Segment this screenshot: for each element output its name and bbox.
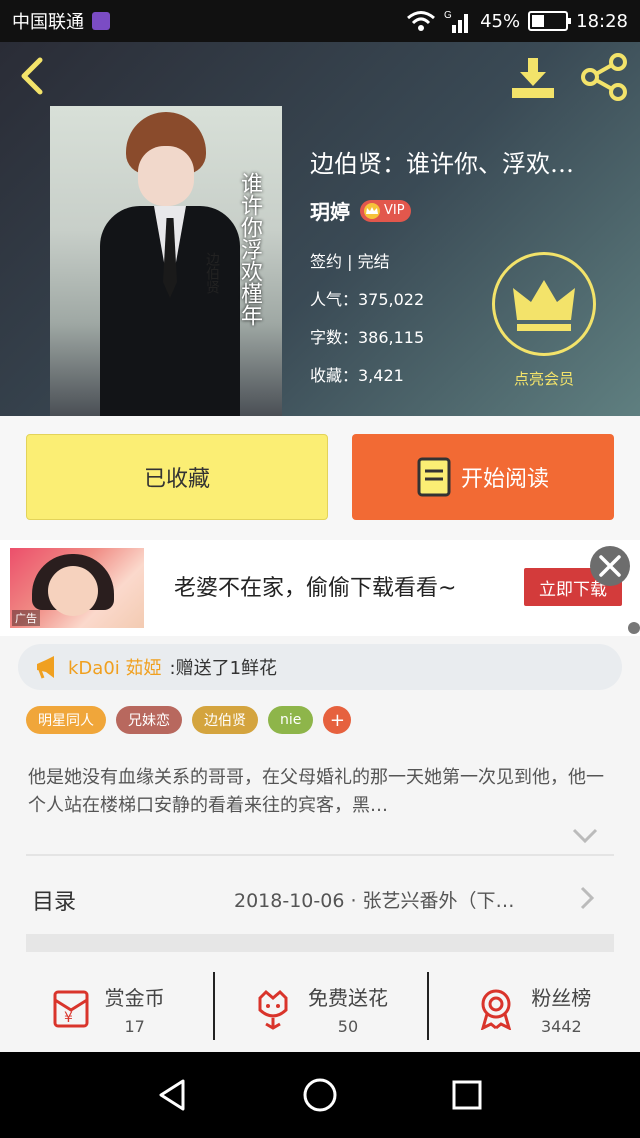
add-tag-button[interactable]: + [323,706,352,734]
divider [26,854,614,856]
collected-button[interactable]: 已收藏 [26,434,328,520]
send-flower-button[interactable]: 免费送花 50 [213,966,426,1052]
back-triangle-icon[interactable] [153,1075,193,1115]
book-icon [417,457,451,497]
tag-chip[interactable]: 明星同人 [26,706,106,734]
network-type: G [444,10,452,21]
toc-label: 目录 [32,890,77,915]
stat-label: 免费送花 [307,986,388,1010]
crown-icon [513,280,575,331]
vip-badge: VIP [360,199,411,222]
ad-text[interactable]: 老婆不在家，偷偷下载看看~ [174,570,456,602]
start-reading-button[interactable]: 开始阅读 [352,434,614,520]
start-reading-label: 开始阅读 [460,467,549,492]
wifi-icon [406,10,436,32]
stat-label: 粉丝榜 [531,986,592,1010]
home-circle-icon[interactable] [300,1075,340,1115]
chevron-right-icon [580,886,595,910]
gift-text: :赠送了1鲜花 [169,658,278,679]
chevron-left-icon [21,57,43,95]
svg-text:¥: ¥ [64,1010,73,1026]
section-separator [26,934,614,952]
medal-icon [481,989,512,1030]
tag-list: 明星同人 兄妹恋 边伯贤 nie + [26,706,352,734]
cover-author: 边伯贤 [204,252,220,294]
gift-ticker[interactable]: kDa0i 茹婭 :赠送了1鲜花 [18,644,622,690]
book-title: 边伯贤：谁许你、浮欢… [310,150,574,178]
author-name[interactable]: 玥婷 [310,196,350,225]
red-envelope-icon: ¥ [53,990,89,1028]
sim-app-icon [92,12,110,30]
book-details: kDa0i 茹婭 :赠送了1鲜花 明星同人 兄妹恋 边伯贤 nie + 他是她没… [0,636,640,1052]
gift-user[interactable]: kDa0i 茹婭 [68,654,162,680]
download-icon [512,58,554,98]
tag-chip[interactable]: nie [268,706,314,734]
cover-title: 谁许你浮欢槿年 [237,172,262,326]
download-button[interactable] [508,56,558,102]
recents-square-icon[interactable] [447,1075,487,1115]
vip-label: VIP [384,203,405,218]
stat-value: 17 [124,1017,145,1036]
battery-icon [528,11,572,31]
flower-icon [258,989,288,1030]
table-of-contents-row[interactable]: 目录 2018-10-06 · 张艺兴番外（下… [0,862,640,932]
book-word-count: 字数：386,115 [310,328,425,347]
book-favorites: 收藏：3,421 [310,366,404,385]
book-status: 签约 | 完结 [310,252,390,271]
carrier-name: 中国联通 [12,12,84,33]
latest-chapter: 2018-10-06 · 张艺兴番外（下… [234,890,515,912]
share-button[interactable] [580,52,630,102]
author-row[interactable]: 玥婷 VIP [310,196,411,225]
tag-chip[interactable]: 边伯贤 [192,706,258,734]
ad-close-button[interactable] [590,546,630,586]
stat-value: 50 [337,1017,359,1036]
reward-coins-button[interactable]: ¥ 赏金币 17 [0,966,213,1052]
ad-tag: 广告 [12,610,40,626]
stat-value: 3442 [540,1017,582,1036]
megaphone-icon [37,656,54,679]
close-icon [599,555,621,577]
share-icon [581,53,627,101]
ad-banner[interactable]: 广告 老婆不在家，偷偷下载看看~ 立即下载 [0,540,640,636]
member-label[interactable]: 点亮会员 [492,368,596,389]
book-header: 谁许你浮欢槿年 边伯贤 边伯贤：谁许你、浮欢… 玥婷 VIP 签约 | 完结 人… [0,42,640,416]
chevron-down-icon [572,828,598,844]
status-indicators: G 45% 18:28 [406,9,628,33]
action-row: 已收藏 开始阅读 [0,416,640,540]
clock: 18:28 [576,10,628,32]
status-bar: 中国联通 G 45% 18:28 [0,0,640,42]
member-button[interactable] [492,252,596,356]
expand-description-button[interactable] [572,828,598,844]
collected-label: 已收藏 [143,467,210,492]
battery-percent: 45% [480,10,521,32]
stat-label: 赏金币 [104,986,165,1010]
back-button[interactable] [14,56,54,96]
book-popularity: 人气：375,022 [310,290,425,309]
cell-signal-icon: G [444,9,472,33]
system-nav-bar [0,1052,640,1138]
book-cover[interactable]: 谁许你浮欢槿年 边伯贤 [50,106,282,416]
tag-chip[interactable]: 兄妹恋 [116,706,182,734]
ad-info-icon[interactable] [628,622,640,634]
book-description: 他是她没有血缘关系的哥哥，在父母婚礼的那一天她第一次见到他，他一个人站在楼梯口安… [28,767,604,816]
ad-image[interactable]: 广告 [10,548,144,628]
crown-icon [364,202,380,219]
stats-row: ¥ 赏金币 17 免费送花 50 粉丝榜 3442 [0,966,640,1052]
fan-ranking-button[interactable]: 粉丝榜 3442 [426,966,640,1052]
